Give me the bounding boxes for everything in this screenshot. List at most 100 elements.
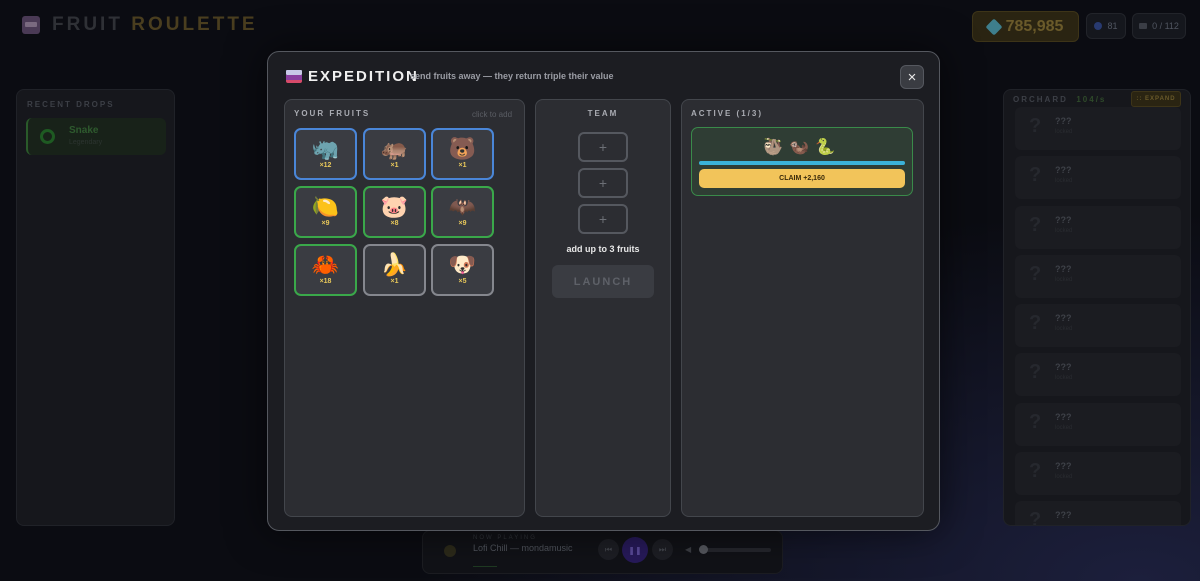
team-panel: TEAM + + + add up to 3 fruits LAUNCH [535, 99, 671, 517]
volume-icon: ◀ [685, 545, 692, 554]
song-title: Lofi Chill — mondamusic [473, 543, 573, 553]
orchard-item-name: ??? [1055, 313, 1072, 324]
orchard-item-name: ??? [1055, 362, 1072, 373]
pause-button[interactable]: ❚❚ [622, 537, 648, 563]
modal-subtitle: send fruits away — they return triple th… [410, 71, 614, 81]
orchard-item[interactable]: ???? locked [1015, 205, 1181, 249]
level-badge[interactable]: 81 [1086, 13, 1126, 39]
expedition-progress-bar [699, 161, 905, 165]
claim-button[interactable]: CLAIM +2,160 [699, 169, 905, 188]
orchard-item-status: locked [1055, 129, 1073, 135]
orchard-item[interactable]: ???? locked [1015, 254, 1181, 298]
orchard-item[interactable]: ???? locked [1015, 156, 1181, 200]
orchard-item-name: ??? [1055, 263, 1072, 274]
expand-button[interactable]: :: EXPAND [1131, 91, 1181, 107]
fruit-card[interactable]: 🍌 ×1 [363, 244, 426, 296]
orchard-item[interactable]: ???? [1015, 501, 1181, 526]
fruit-icon: 🦇 [448, 194, 477, 219]
team-slot-3[interactable]: + [578, 204, 628, 234]
recent-drops-panel: RECENT DROPS Snake Legendary [16, 89, 175, 526]
fruit-card[interactable]: 🦇 ×9 [431, 186, 494, 238]
fruit-card[interactable]: 🦏 ×12 [294, 128, 357, 180]
orchard-panel: ORCHARD 104/s :: EXPAND ???? locked???? lo… [1003, 89, 1191, 526]
locked-question-icon: ? [1029, 164, 1042, 187]
close-button[interactable]: × [900, 65, 924, 89]
fruit-card[interactable]: 🦀 ×18 [294, 244, 357, 296]
orchard-item-name: ??? [1055, 214, 1072, 225]
locked-question-icon: ? [1029, 460, 1042, 483]
locked-question-icon: ? [1029, 410, 1042, 433]
locked-question-icon: ? [1029, 213, 1042, 236]
volume-slider[interactable] [699, 548, 771, 552]
fruit-count: ×9 [321, 220, 330, 227]
orchard-item[interactable]: ???? locked [1015, 107, 1181, 150]
level-value: 81 [1107, 21, 1118, 31]
gem-balance-value: 785,985 [1005, 17, 1064, 35]
fruit-icon: 🐷 [380, 194, 409, 219]
previous-button[interactable]: ⏮ [598, 539, 619, 560]
volume-knob[interactable] [699, 545, 708, 554]
app-logo: FRUIT ROULETTE [22, 14, 258, 36]
team-hint: add up to 3 fruits [566, 244, 640, 254]
orchard-item-name: ??? [1055, 510, 1072, 521]
team-slot-1[interactable]: + [578, 132, 628, 162]
slot-machine-icon [22, 16, 40, 34]
fruit-count: ×8 [390, 220, 399, 227]
your-fruits-title: YOUR FRUITS [294, 109, 371, 118]
fruit-icon: 🦏 [311, 136, 340, 161]
fruit-icon: 🐶 [448, 252, 477, 277]
launch-button[interactable]: LAUNCH [552, 265, 654, 298]
orchard-title: ORCHARD 104/s [1013, 95, 1107, 104]
orchard-item[interactable]: ???? locked [1015, 452, 1181, 496]
modal-title: EXPEDITION [308, 68, 419, 85]
click-to-add-hint: click to add [472, 110, 513, 119]
fruit-card[interactable]: 🐻 ×1 [431, 128, 494, 180]
orchard-item-status: locked [1055, 474, 1073, 481]
inventory-badge[interactable]: 0 / 112 [1132, 13, 1186, 39]
fruit-icon: 🐻 [448, 136, 477, 161]
fruit-icon: 🍋 [311, 194, 340, 219]
locked-question-icon: ? [1029, 312, 1042, 335]
fruit-card[interactable]: 🍋 ×9 [294, 186, 357, 238]
next-button[interactable]: ⏭ [652, 539, 673, 560]
music-player: NOW PLAYING Lofi Chill — mondamusic ⏮ ❚❚… [422, 530, 783, 574]
fruit-card[interactable]: 🦛 ×1 [363, 128, 426, 180]
locked-question-icon: ? [1029, 361, 1042, 384]
orchard-item-status: locked [1055, 276, 1073, 283]
orchard-item[interactable]: ???? locked [1015, 353, 1181, 397]
recent-drops-title: RECENT DROPS [27, 100, 115, 109]
orchard-item[interactable]: ???? locked [1015, 402, 1181, 446]
fruit-count: ×18 [319, 278, 332, 285]
fruit-count: ×5 [458, 278, 467, 285]
fruit-card[interactable]: 🐷 ×8 [363, 186, 426, 238]
orchard-list: ???? locked???? locked???? locked???? locked… [1015, 107, 1181, 526]
fruit-count: ×1 [390, 162, 399, 169]
fruit-card[interactable]: 🐶 ×5 [431, 244, 494, 296]
your-fruits-panel: YOUR FRUITS click to add 🦏 ×12 🦛 ×1 🐻 ×1 🍋 ×9 🐷 ×… [284, 99, 525, 517]
fruit-icon: 🦀 [311, 252, 340, 277]
orchard-item-status: locked [1055, 326, 1073, 333]
gem-icon [985, 18, 1003, 35]
now-playing-label: NOW PLAYING [473, 535, 537, 541]
expedition-modal: EXPEDITION send fruits away — they retur… [267, 51, 940, 531]
orchard-item[interactable]: ???? locked [1015, 304, 1181, 348]
locked-question-icon: ? [1029, 262, 1042, 285]
fruit-count: ×12 [319, 162, 332, 169]
active-panel: ACTIVE (1/3) 🦥🦦🐍 CLAIM +2,160 [681, 99, 924, 517]
active-title: ACTIVE (1/3) [691, 109, 764, 118]
drop-name: Snake [69, 125, 99, 136]
orchard-item-status: locked [1055, 227, 1073, 234]
orchard-item-name: ??? [1055, 461, 1072, 472]
locked-question-icon: ? [1029, 509, 1042, 526]
recent-drop-item[interactable]: Snake Legendary [26, 118, 166, 155]
orchard-item-name: ??? [1055, 165, 1072, 176]
fruit-count: ×9 [458, 220, 467, 227]
orchard-item-name: ??? [1055, 411, 1072, 422]
fruit-count: ×1 [458, 162, 467, 169]
fruit-icon: 🦛 [380, 136, 409, 161]
inventory-value: 0 / 112 [1152, 21, 1179, 31]
team-slot-2[interactable]: + [578, 168, 628, 198]
flag-icon [286, 70, 302, 83]
waveform-icon [473, 559, 497, 567]
gem-balance[interactable]: 785,985 [972, 11, 1079, 42]
